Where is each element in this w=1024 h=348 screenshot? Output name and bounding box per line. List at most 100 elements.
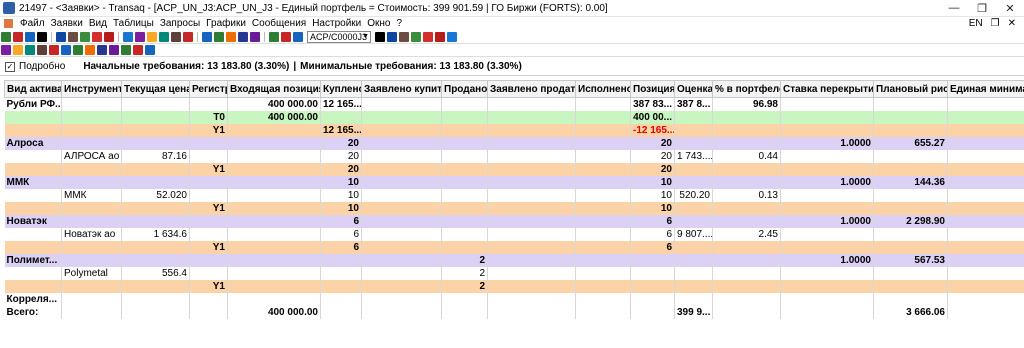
toolbar-icon-28[interactable] [423,31,433,42]
toolbar-icon-4[interactable] [37,31,47,42]
menu-requests[interactable]: Запросы [157,18,203,29]
table-cell [227,280,321,293]
toolbar-icon-17[interactable] [214,31,224,42]
column-header[interactable]: Заявлено купить [361,80,442,98]
fib-tool-icon[interactable] [109,44,119,55]
toolbar-icon-26[interactable] [399,31,409,42]
column-header[interactable]: Ставка перекрытия [780,80,874,98]
table-row[interactable]: Алроса 20 20 1.0000 655.27 [4,137,1024,150]
menu-help[interactable]: ? [394,18,406,29]
shape-tool-icon[interactable] [121,44,131,55]
menu-orders[interactable]: Заявки [48,18,86,29]
menu-bar: Файл Заявки Вид Таблицы Запросы Графики … [0,17,1024,30]
toolbar-icon-16[interactable] [202,31,212,42]
column-header[interactable]: Регистр [189,80,228,98]
detailed-checkbox[interactable]: ✓ [5,61,15,72]
toolbar-icon-14[interactable] [171,31,181,42]
table-row[interactable]: Новатэк ао 1 634.6 6 6 9 807.... 2.45 [4,228,1024,241]
mdi-restore-button[interactable]: ❐ [991,18,1000,29]
maximize-button[interactable]: ❐ [968,0,996,16]
text-tool-icon[interactable] [97,44,107,55]
toolbar-icon-6[interactable] [68,31,78,42]
hline-tool-icon[interactable] [61,44,71,55]
table-row[interactable]: АЛРОСА ао 87.16 20 20 1 743.... 0.44 [4,150,1024,163]
table-row[interactable]: Y1 10 10 [4,202,1024,215]
toolbar-icon-13[interactable] [159,31,169,42]
toolbar-icon-5[interactable] [56,31,66,42]
table-row[interactable]: Y1 6 6 [4,241,1024,254]
toolbar-icon-24[interactable] [375,31,385,42]
mdi-close-button[interactable]: ✕ [1008,18,1016,29]
account-select[interactable]: ACP/C0000J3 ▼ [307,30,371,43]
menu-tables[interactable]: Таблицы [110,18,157,29]
table-row[interactable]: Polymetal 556.4 2 [4,267,1024,280]
table-row[interactable]: Всего: 400 000.00 399 9... 3 666.06 [4,306,1024,319]
table-row[interactable]: Y1 12 165... -12 165... [4,124,1024,137]
table-cell [4,228,62,241]
crosshair-icon[interactable] [13,44,23,55]
toolbar-icon-7[interactable] [80,31,90,42]
table-row[interactable]: T0 400 000.00 400 00... [4,111,1024,124]
arrow-tool-icon[interactable] [133,44,143,55]
column-header[interactable]: Продано [441,80,488,98]
table-row[interactable]: Y1 2 [4,280,1024,293]
toolbar-icon-15[interactable] [183,31,193,42]
toolbar-icon-29[interactable] [435,31,445,42]
column-header[interactable]: Заявлено продать [487,80,576,98]
table-row[interactable]: Полимет... 2 1.0000 567.53 [4,254,1024,267]
table-row[interactable]: Новатэк 6 6 1.0000 2 298.90 [4,215,1024,228]
menu-window[interactable]: Окно [364,18,393,29]
toolbar-icon-3[interactable] [25,31,35,42]
toolbar-icon-19[interactable] [238,31,248,42]
toolbar-icon-20[interactable] [250,31,260,42]
menu-messages[interactable]: Сообщения [249,18,309,29]
vline-tool-icon[interactable] [73,44,83,55]
column-header[interactable]: Исполнено [575,80,631,98]
column-header[interactable]: Вид актива [4,80,62,98]
minimize-button[interactable]: — [940,0,968,16]
toolbar-icon-18[interactable] [226,31,236,42]
toolbar-icon-8[interactable] [92,31,102,42]
column-header[interactable]: Единая минимал [947,80,1024,98]
toolbar-icon-22[interactable] [281,31,291,42]
table-row[interactable]: ММК 52.020 10 10 520.20 0.13 [4,189,1024,202]
column-header[interactable]: Куплено [320,80,362,98]
document-icon[interactable] [4,19,13,28]
toolbar-icon-2[interactable] [13,31,23,42]
toolbar-icon-23[interactable] [293,31,303,42]
column-header[interactable]: Позиция [630,80,675,98]
close-button[interactable]: ✕ [996,0,1024,16]
toolbar-icon-10[interactable] [123,31,133,42]
toolbar-icon-27[interactable] [411,31,421,42]
channel-tool-icon[interactable] [85,44,95,55]
column-header[interactable]: Текущая цена [121,80,190,98]
toolbar-icon-30[interactable] [447,31,457,42]
toolbar-icon-25[interactable] [387,31,397,42]
line-tool-icon[interactable] [49,44,59,55]
draw-tool-icon-2[interactable] [37,44,47,55]
table-cell [361,267,442,280]
column-header[interactable]: Плановый риск [873,80,948,98]
toolbar-icon-1[interactable] [1,31,11,42]
cursor-icon[interactable] [1,44,11,55]
toolbar-icon-11[interactable] [135,31,145,42]
column-header[interactable]: Инструмент [61,80,122,98]
column-header[interactable]: Входящая позиция [227,80,321,98]
table-row[interactable]: Рубли РФ... 400 000.00 12 165... 387 83... 3… [4,97,1024,111]
menu-view[interactable]: Вид [86,18,110,29]
table-row[interactable]: Y1 20 20 [4,163,1024,176]
table-row[interactable]: ММК 10 10 1.0000 144.36 [4,176,1024,189]
menu-charts[interactable]: Графики [203,18,249,29]
delete-tool-icon[interactable] [145,44,155,55]
language-indicator[interactable]: EN [969,18,983,29]
toolbar-icon-12[interactable] [147,31,157,42]
table-cell [121,254,190,267]
column-header[interactable]: Оценка [674,80,713,98]
menu-settings[interactable]: Настройки [309,18,364,29]
menu-file[interactable]: Файл [17,18,48,29]
toolbar-icon-9[interactable] [104,31,114,42]
table-row[interactable]: Корреля... [4,293,1024,306]
toolbar-icon-21[interactable] [269,31,279,42]
column-header[interactable]: % в портфеле [712,80,781,98]
draw-tool-icon-1[interactable] [25,44,35,55]
